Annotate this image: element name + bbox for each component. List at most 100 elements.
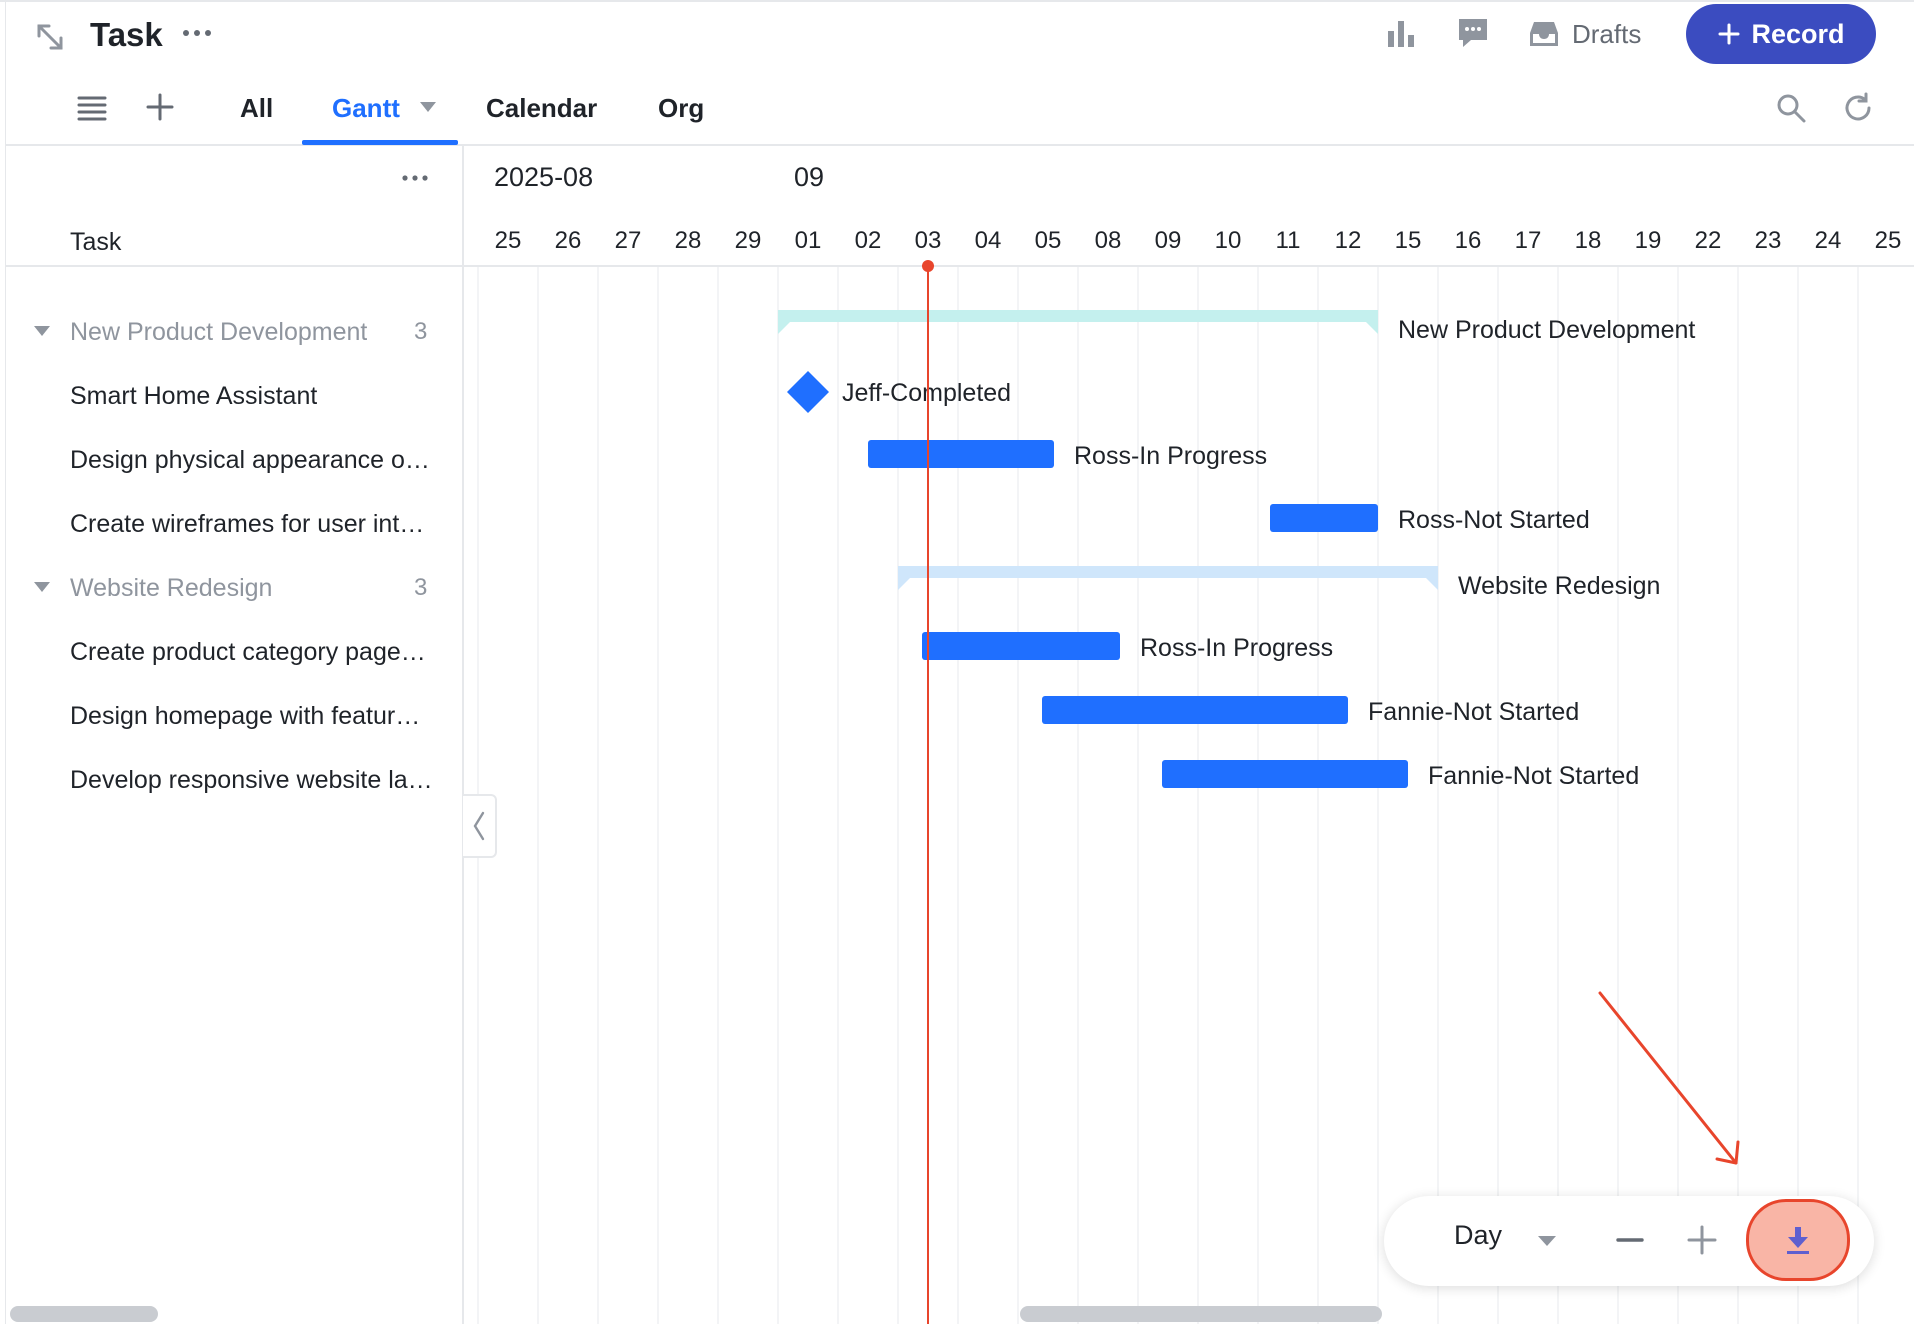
- plus-icon: [1717, 22, 1741, 46]
- page-header: Task Drafts Record: [0, 0, 1914, 70]
- task-label: Create product category page…: [70, 637, 426, 666]
- month-label: 2025-08: [494, 162, 593, 192]
- export-button[interactable]: [1746, 1199, 1850, 1281]
- day-tick-label: 25: [1875, 227, 1902, 254]
- task-row[interactable]: Create wireframes for user int…: [6, 492, 462, 556]
- tab-calendar[interactable]: Calendar: [486, 90, 597, 126]
- bar-label: Website Redesign: [1458, 572, 1660, 600]
- day-tick-label: 15: [1395, 227, 1422, 254]
- day-tick-label: 12: [1335, 227, 1362, 254]
- group-label: Website Redesign: [70, 573, 273, 602]
- annotation-arrow: [1598, 991, 1740, 1165]
- task-label: Create wireframes for user int…: [70, 509, 425, 538]
- today-marker: [922, 260, 934, 272]
- day-tick-label: 17: [1515, 227, 1542, 254]
- tab-all[interactable]: All: [240, 90, 273, 126]
- bar-label: New Product Development: [1398, 316, 1695, 344]
- caret-down-icon[interactable]: [32, 324, 52, 338]
- caret-down-icon[interactable]: [1536, 1234, 1558, 1248]
- bar-label: Jeff-Completed: [842, 379, 1011, 407]
- task-row[interactable]: Develop responsive website la…: [6, 748, 462, 812]
- list-icon[interactable]: [76, 94, 108, 122]
- comment-icon[interactable]: [1455, 15, 1491, 51]
- gantt-app: Task Drafts Record All Gantt Calendar Or…: [0, 0, 1914, 1324]
- task-column-header: Task: [70, 228, 122, 256]
- day-tick-label: 22: [1695, 227, 1722, 254]
- day-tick-label: 26: [555, 227, 582, 254]
- task-row[interactable]: Create product category page…: [6, 620, 462, 684]
- day-tick-label: 24: [1815, 227, 1842, 254]
- search-icon[interactable]: [1774, 91, 1808, 125]
- top-edge: [0, 0, 1914, 2]
- group-bar-cap: [898, 578, 910, 590]
- timeline-scrollbar[interactable]: [1020, 1306, 1382, 1322]
- download-icon: [1783, 1224, 1813, 1256]
- group-bar: [898, 566, 1438, 578]
- milestone-diamond: [787, 371, 829, 413]
- task-bar: [1162, 760, 1408, 788]
- inbox-icon: [1528, 19, 1560, 49]
- more-horizontal-icon[interactable]: [400, 170, 430, 186]
- drafts-button[interactable]: Drafts: [1528, 14, 1641, 54]
- timescale-control: Day: [1384, 1196, 1874, 1286]
- month-label: 09: [794, 162, 824, 192]
- day-tick-label: 25: [495, 227, 522, 254]
- day-tick-label: 23: [1755, 227, 1782, 254]
- bar-label: Fannie-Not Started: [1368, 698, 1579, 726]
- task-row[interactable]: Smart Home Assistant: [6, 364, 462, 428]
- timescale-select[interactable]: Day: [1454, 1220, 1502, 1251]
- bar-chart-icon[interactable]: [1384, 17, 1418, 51]
- day-tick-label: 05: [1035, 227, 1062, 254]
- more-horizontal-icon[interactable]: [180, 22, 214, 44]
- group-count: 3: [414, 574, 428, 601]
- tab-org[interactable]: Org: [658, 90, 704, 126]
- task-row[interactable]: Design physical appearance o…: [6, 428, 462, 492]
- group-row[interactable]: New Product Development 3: [6, 300, 462, 364]
- task-bar: [1270, 504, 1378, 532]
- day-tick-label: 11: [1276, 227, 1301, 254]
- add-view-icon[interactable]: [143, 90, 177, 124]
- task-bar: [868, 440, 1054, 468]
- day-tick-label: 03: [915, 227, 942, 254]
- bar-label: Ross-Not Started: [1398, 506, 1590, 534]
- bar-label: Fannie-Not Started: [1428, 762, 1639, 790]
- day-tick-label: 19: [1635, 227, 1662, 254]
- day-tick-label: 27: [615, 227, 642, 254]
- active-tab-indicator: [302, 140, 458, 145]
- task-bar: [1042, 696, 1348, 724]
- task-panel-scrollbar[interactable]: [10, 1306, 158, 1322]
- day-tick-label: 28: [675, 227, 702, 254]
- day-tick-label: 16: [1455, 227, 1482, 254]
- tab-gantt[interactable]: Gantt: [332, 90, 400, 126]
- add-record-button[interactable]: Record: [1686, 4, 1876, 64]
- task-bar: [922, 632, 1120, 660]
- group-bar-cap: [778, 322, 790, 334]
- divider: [6, 265, 464, 267]
- task-list-panel: Task New Product Development 3 Smart Home …: [6, 146, 464, 1324]
- group-row[interactable]: Website Redesign 3: [6, 556, 462, 620]
- chevron-left-icon: [472, 809, 486, 843]
- group-bar: [778, 310, 1378, 322]
- collapse-panel-button[interactable]: [463, 794, 497, 858]
- group-count: 3: [414, 318, 428, 345]
- group-bar-cap: [1426, 578, 1438, 590]
- group-bar-cap: [1366, 322, 1378, 334]
- day-tick-label: 02: [855, 227, 882, 254]
- task-label: Develop responsive website la…: [70, 765, 433, 794]
- caret-down-icon[interactable]: [418, 100, 438, 114]
- zoom-out-icon[interactable]: [1612, 1222, 1648, 1258]
- day-tick-label: 04: [975, 227, 1002, 254]
- caret-down-icon[interactable]: [32, 580, 52, 594]
- view-toolbar: All Gantt Calendar Org: [6, 70, 1914, 146]
- day-tick-label: 01: [795, 227, 822, 254]
- zoom-in-icon[interactable]: [1684, 1222, 1720, 1258]
- refresh-icon[interactable]: [1841, 91, 1875, 125]
- bar-label: Ross-In Progress: [1074, 442, 1267, 470]
- expand-diagonal-icon[interactable]: [33, 20, 67, 54]
- task-row[interactable]: Design homepage with featur…: [6, 684, 462, 748]
- bar-label: Ross-In Progress: [1140, 634, 1333, 662]
- day-tick-label: 18: [1575, 227, 1602, 254]
- task-label: Design homepage with featur…: [70, 701, 421, 730]
- day-tick-label: 09: [1155, 227, 1182, 254]
- task-label: Smart Home Assistant: [70, 381, 318, 410]
